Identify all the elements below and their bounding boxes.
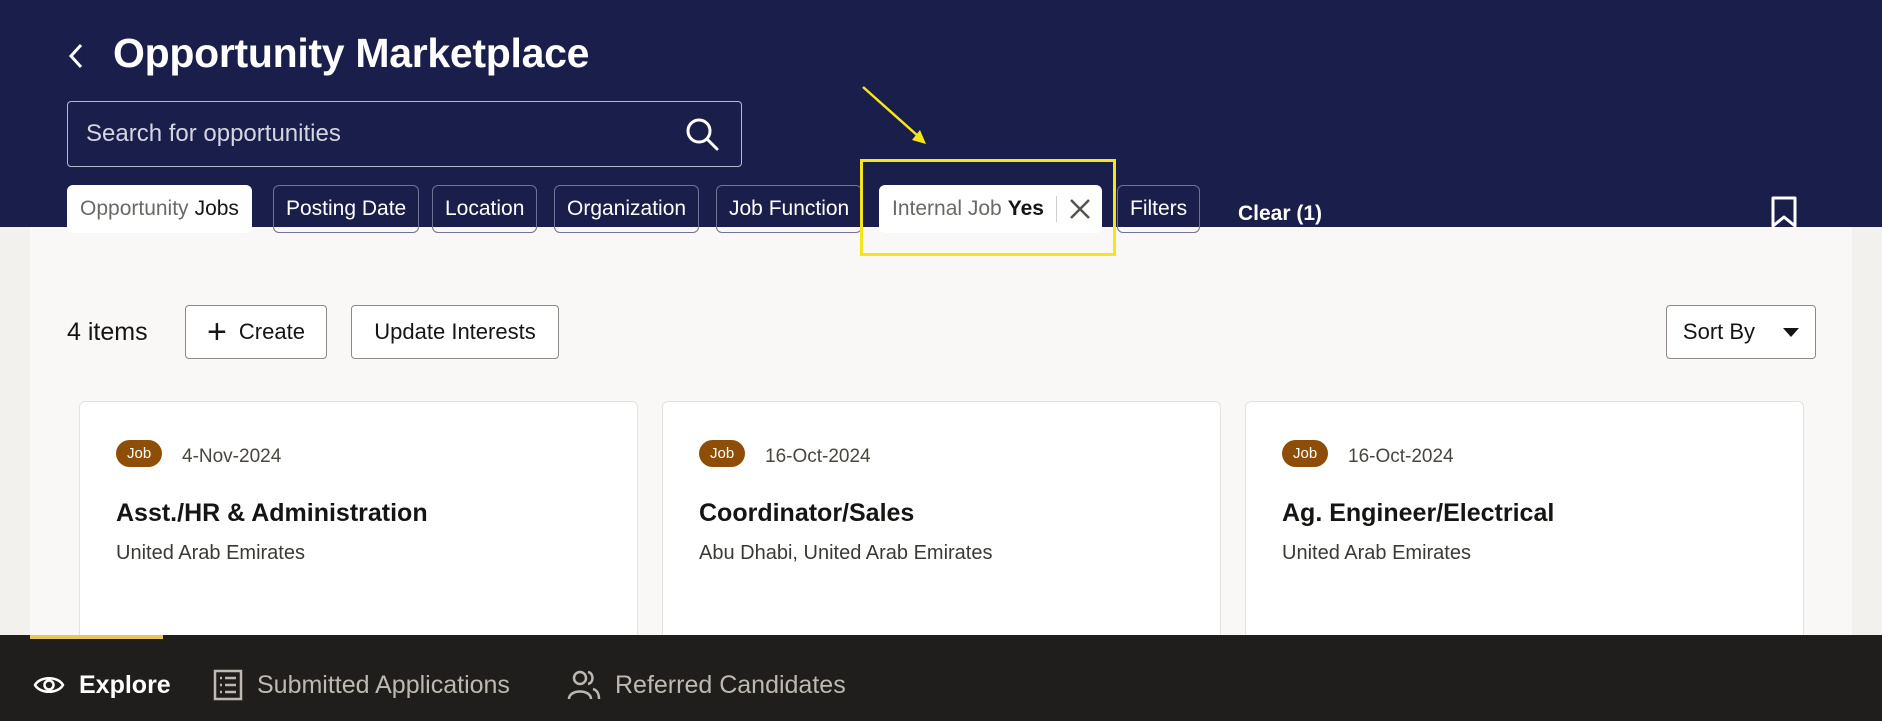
filter-chip-organization[interactable]: Organization [554, 185, 700, 233]
type-badge: Job [116, 440, 163, 467]
search-input[interactable] [86, 102, 666, 166]
update-interests-button[interactable]: Update Interests [351, 305, 559, 359]
type-badge: Job [1282, 440, 1329, 467]
filter-chip-posting-date[interactable]: Posting Date [273, 185, 420, 233]
filter-chip-opportunity[interactable]: Opportunity Jobs [67, 185, 252, 233]
sort-by-button[interactable]: Sort By [1666, 305, 1816, 359]
filter-chip-location[interactable]: Location [432, 185, 538, 233]
card-location: United Arab Emirates [116, 542, 305, 564]
list-icon [213, 669, 243, 701]
type-badge: Job [699, 440, 746, 467]
search-box[interactable] [67, 101, 742, 167]
annotation-arrow-icon [862, 86, 926, 144]
create-button[interactable]: + Create [185, 305, 327, 359]
nav-label: Referred Candidates [615, 670, 846, 699]
page-title: Opportunity Marketplace [113, 30, 590, 76]
posting-date: 16-Oct-2024 [765, 446, 871, 467]
chip-label: Filters [1130, 197, 1188, 220]
back-button[interactable] [62, 40, 90, 72]
posting-date: 4-Nov-2024 [182, 446, 282, 467]
card-location: United Arab Emirates [1282, 542, 1471, 564]
nav-label: Submitted Applications [257, 670, 510, 699]
chip-label: Posting Date [286, 197, 407, 220]
posting-date: 16-Oct-2024 [1348, 446, 1454, 467]
chip-label: Location [445, 197, 525, 220]
chip-label: Organization [567, 197, 687, 220]
update-interests-label: Update Interests [374, 319, 536, 344]
caret-down-icon [1783, 327, 1800, 337]
chip-prefix: Opportunity [80, 197, 189, 220]
items-count: 4 items [67, 318, 148, 346]
filter-chip-filters[interactable]: Filters [1117, 185, 1201, 233]
chip-label: Job Function [729, 197, 850, 220]
nav-explore[interactable]: Explore [33, 665, 171, 705]
search-icon[interactable] [685, 117, 719, 151]
highlight-box [860, 159, 1116, 256]
nav-label: Explore [79, 670, 171, 699]
filter-chip-job-function[interactable]: Job Function [716, 185, 863, 233]
sort-by-label: Sort By [1682, 319, 1756, 344]
create-label: Create [238, 319, 305, 344]
eye-icon [33, 677, 65, 693]
bookmark-icon[interactable] [1770, 196, 1798, 228]
clear-filters-link[interactable]: Clear (1) [1238, 202, 1322, 226]
people-icon [567, 670, 601, 700]
nav-referred-candidates[interactable]: Referred Candidates [567, 665, 846, 705]
card-title[interactable]: Ag. Engineer/Electrical [1282, 499, 1554, 528]
plus-icon: + [207, 313, 227, 351]
nav-submitted-applications[interactable]: Submitted Applications [213, 665, 510, 705]
chip-value: Jobs [194, 197, 239, 220]
active-tab-indicator [30, 635, 163, 639]
card-title[interactable]: Coordinator/Sales [699, 499, 914, 528]
chevron-left-icon [68, 43, 83, 69]
card-location: Abu Dhabi, United Arab Emirates [699, 542, 993, 564]
card-title[interactable]: Asst./HR & Administration [116, 499, 428, 528]
